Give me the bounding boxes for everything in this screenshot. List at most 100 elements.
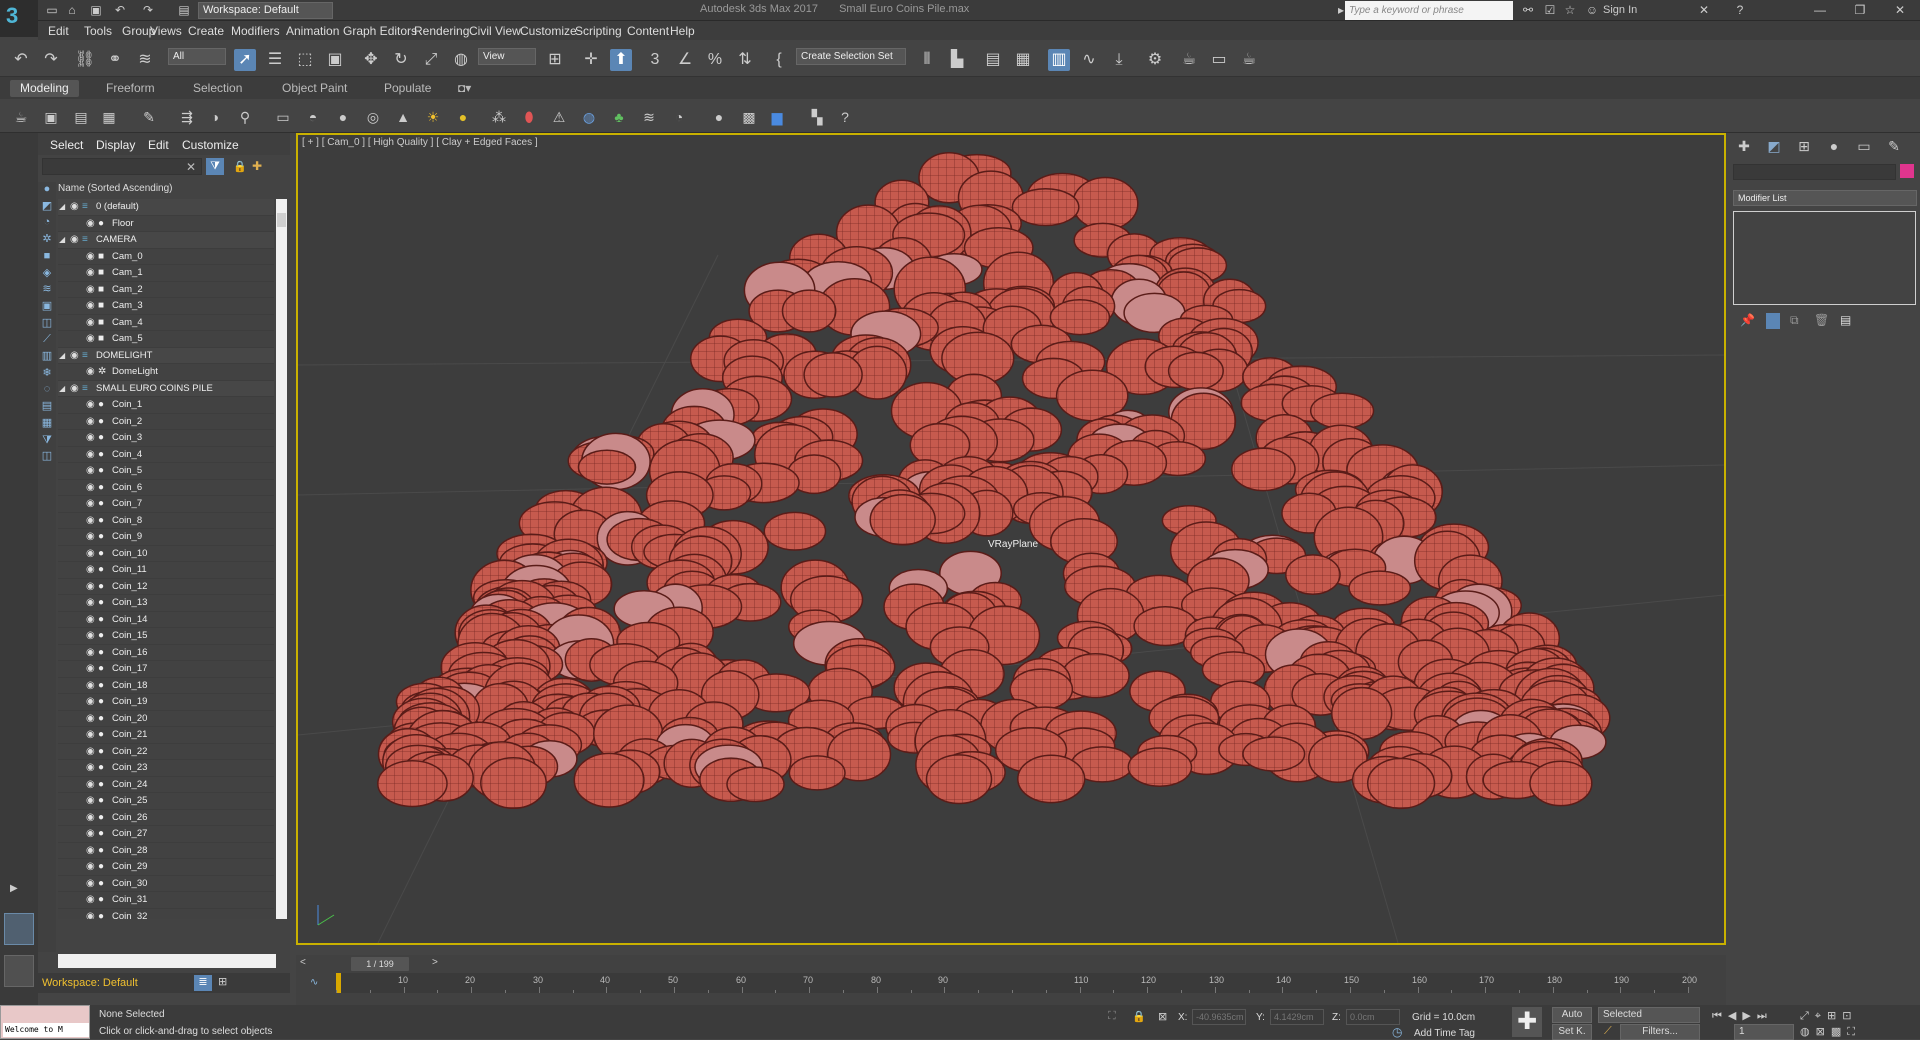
frame-buffer-icon[interactable]: ▆: [768, 108, 786, 126]
visibility-eye-icon[interactable]: ◉: [86, 282, 95, 299]
object-row[interactable]: ◉ ● Coin_24: [58, 777, 274, 793]
visibility-eye-icon[interactable]: ◉: [86, 496, 95, 513]
mirror-icon[interactable]: ⫴: [916, 49, 938, 71]
explorer-menu-edit[interactable]: Edit: [148, 138, 169, 152]
link-icon[interactable]: ⛓: [74, 49, 96, 71]
utilities-tab-icon[interactable]: ✎: [1884, 136, 1904, 156]
hierarchy-tab-icon[interactable]: ⊞: [1794, 136, 1814, 156]
minimize-button[interactable]: —: [1800, 1, 1840, 20]
current-frame-field[interactable]: 1: [1734, 1024, 1794, 1040]
bones-filter-icon[interactable]: ⟋: [40, 332, 54, 346]
maximize-button[interactable]: ❐: [1840, 1, 1880, 20]
geometry-filter-icon[interactable]: ◩: [40, 199, 54, 213]
visibility-eye-icon[interactable]: ◉: [86, 810, 95, 827]
object-name-field[interactable]: [1733, 164, 1896, 180]
visibility-eye-icon[interactable]: ◉: [86, 364, 95, 381]
visibility-eye-icon[interactable]: ◉: [86, 711, 95, 728]
plant-icon[interactable]: ♣: [610, 108, 628, 126]
object-row[interactable]: ◉ ● Coin_10: [58, 546, 274, 563]
user-icon[interactable]: ☺: [1584, 2, 1600, 18]
spacewarps-filter-icon[interactable]: ≋: [40, 282, 54, 296]
visibility-eye-icon[interactable]: ◉: [86, 513, 95, 530]
layer-row[interactable]: ◢ ◉ ≡ 0 (default): [58, 199, 274, 216]
x-coordinate-field[interactable]: -40.9635cm: [1192, 1009, 1246, 1025]
visibility-eye-icon[interactable]: ◉: [86, 678, 95, 695]
explorer-menu-display[interactable]: Display: [96, 138, 135, 152]
scale-icon[interactable]: ⤢: [420, 49, 442, 71]
select-manipulate-icon[interactable]: ✛: [580, 49, 602, 71]
visibility-eye-icon[interactable]: ◉: [86, 843, 95, 860]
new-file-icon[interactable]: ▭: [44, 2, 60, 18]
timeline-ruler[interactable]: 10 20 30 40 50 60 70 80 90 110 120 130 140 150 160 170 1…: [336, 973, 1697, 993]
visibility-eye-icon[interactable]: ◉: [70, 348, 79, 365]
object-row[interactable]: ◉ ● Coin_25: [58, 793, 274, 810]
render-production-icon[interactable]: ☕: [1238, 49, 1260, 71]
object-row[interactable]: ◉ ● Coin_7: [58, 496, 274, 513]
layer-row[interactable]: ◢ ◉ ≡ DOMELIGHT: [58, 347, 274, 365]
object-row[interactable]: ◉ ● Coin_27: [58, 826, 274, 843]
groups-filter-icon[interactable]: ▣: [40, 299, 54, 313]
project-folder-icon[interactable]: ▤: [176, 2, 192, 18]
visibility-eye-icon[interactable]: ◉: [86, 744, 95, 761]
curve-editor-icon[interactable]: ∿: [1078, 49, 1100, 71]
tab-object-paint[interactable]: Object Paint: [272, 80, 357, 97]
object-row[interactable]: ◉ ● Coin_21: [58, 727, 274, 744]
explorer-menu-select[interactable]: Select: [50, 138, 83, 152]
sun-icon[interactable]: ☀: [424, 108, 442, 126]
expand-arrow-icon[interactable]: ▶: [10, 883, 26, 899]
rectangular-selection-icon[interactable]: ⬚: [294, 49, 316, 71]
object-row[interactable]: ◉ ● Floor: [58, 216, 274, 233]
capsule-icon[interactable]: ⬮: [520, 108, 538, 126]
app-logo[interactable]: 3: [0, 0, 38, 37]
undo-icon[interactable]: ↶: [112, 2, 128, 18]
named-selection-set-dropdown[interactable]: Create Selection Set: [796, 48, 906, 65]
visibility-eye-icon[interactable]: ◉: [86, 612, 95, 629]
object-row[interactable]: ◉ ● Coin_2: [58, 414, 274, 430]
configure-modifier-sets-icon[interactable]: ▤: [1840, 313, 1851, 327]
maxscript-input[interactable]: Welcome to M: [3, 1023, 89, 1037]
key-mode-icon[interactable]: ⟋: [1604, 1025, 1612, 1038]
lock-icon[interactable]: 🔒: [233, 160, 247, 173]
object-row[interactable]: ◉ ● Coin_5: [58, 463, 274, 480]
add-layer-icon[interactable]: ✚: [252, 159, 262, 173]
auto-key-button[interactable]: Auto: [1552, 1007, 1592, 1023]
object-row[interactable]: ◉ ■ Cam_2: [58, 282, 274, 299]
visibility-eye-icon[interactable]: ◉: [86, 216, 95, 233]
layer-explorer-icon[interactable]: ▦: [1012, 49, 1034, 71]
visibility-eye-icon[interactable]: ◉: [86, 793, 95, 810]
globe-icon[interactable]: ◍: [580, 108, 598, 126]
visibility-eye-icon[interactable]: ◉: [86, 595, 95, 612]
edit-named-selection-icon[interactable]: {: [768, 49, 790, 71]
playback-controls[interactable]: ⏮◀▶⏭: [1712, 1009, 1773, 1023]
viewport-nav-controls[interactable]: ⤢⌖⊞⊡: [1800, 1009, 1857, 1023]
object-row[interactable]: ◉ ● Coin_12: [58, 579, 274, 595]
layer-icon[interactable]: ▣: [42, 108, 60, 126]
visibility-eye-icon[interactable]: ◉: [86, 727, 95, 744]
hemisphere-icon[interactable]: ◓: [304, 108, 322, 126]
frozen-filter-icon[interactable]: ❄: [40, 366, 54, 380]
workspace-dropdown[interactable]: Workspace: Default: [198, 2, 333, 19]
set-key-plus-icon[interactable]: ✚: [1512, 1007, 1542, 1037]
render-sphere-icon[interactable]: ●: [710, 108, 728, 126]
viewport-camera[interactable]: [ + ] [ Cam_0 ] [ High Quality ] [ Clay …: [296, 133, 1726, 945]
menu-civil-view[interactable]: Civil View: [469, 24, 521, 38]
visibility-eye-icon[interactable]: ◉: [86, 447, 95, 464]
shapes-filter-icon[interactable]: ◔: [40, 215, 54, 229]
angle-snap-icon[interactable]: ∠: [674, 49, 696, 71]
select-object-icon[interactable]: ➚: [234, 49, 256, 71]
visibility-eye-icon[interactable]: ◉: [86, 546, 95, 563]
collapse-arrow-icon[interactable]: ◢: [59, 199, 65, 216]
toggle-filter-icon[interactable]: ◫: [40, 449, 54, 463]
key-filters-button[interactable]: Filters...: [1620, 1024, 1700, 1040]
object-row[interactable]: ◉ ● Coin_23: [58, 760, 274, 777]
menu-customize[interactable]: Customize: [520, 24, 577, 38]
visibility-eye-icon[interactable]: ◉: [86, 661, 95, 678]
spinner-snap-icon[interactable]: ⇅: [734, 49, 756, 71]
table-icon[interactable]: ▦: [100, 108, 118, 126]
save-icon[interactable]: ▣: [88, 2, 104, 18]
next-frame-icon[interactable]: >: [432, 957, 438, 968]
schematic-view-icon[interactable]: ⤓: [1108, 49, 1130, 71]
collapse-arrow-icon[interactable]: ◢: [59, 348, 65, 365]
menu-help[interactable]: Help: [670, 24, 695, 38]
display-children-filter-icon[interactable]: ▤: [40, 399, 54, 413]
